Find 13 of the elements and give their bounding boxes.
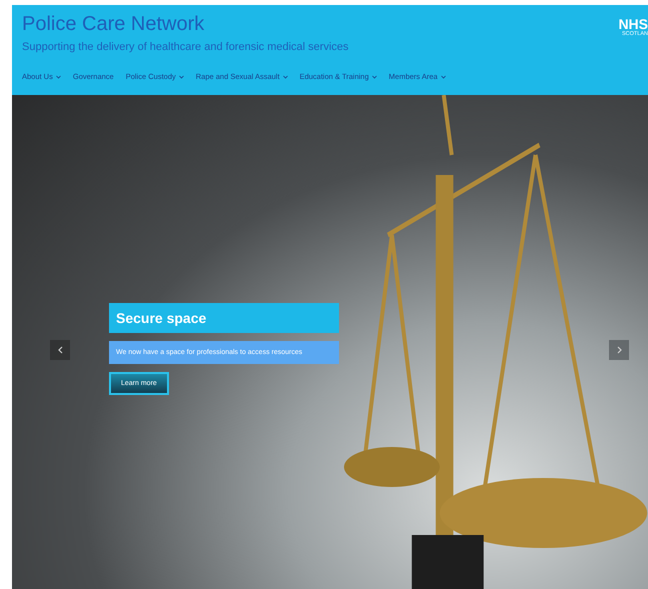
caret-icon xyxy=(282,74,288,78)
chevron-left-icon xyxy=(58,346,62,354)
caret-icon xyxy=(178,74,184,78)
site-tagline: Supporting the delivery of healthcare and forensic medical services xyxy=(22,41,350,53)
logo-mark[interactable]: NHS xyxy=(618,17,648,31)
caret-icon xyxy=(372,74,377,78)
slide-title: Secure space xyxy=(109,303,339,333)
next-button[interactable] xyxy=(609,340,629,360)
caret-icon xyxy=(56,74,61,78)
site-title[interactable]: Police Care Network xyxy=(22,13,204,36)
chevron-right-icon xyxy=(616,346,622,354)
previous-button[interactable] xyxy=(50,340,70,360)
caret-icon xyxy=(440,74,446,78)
